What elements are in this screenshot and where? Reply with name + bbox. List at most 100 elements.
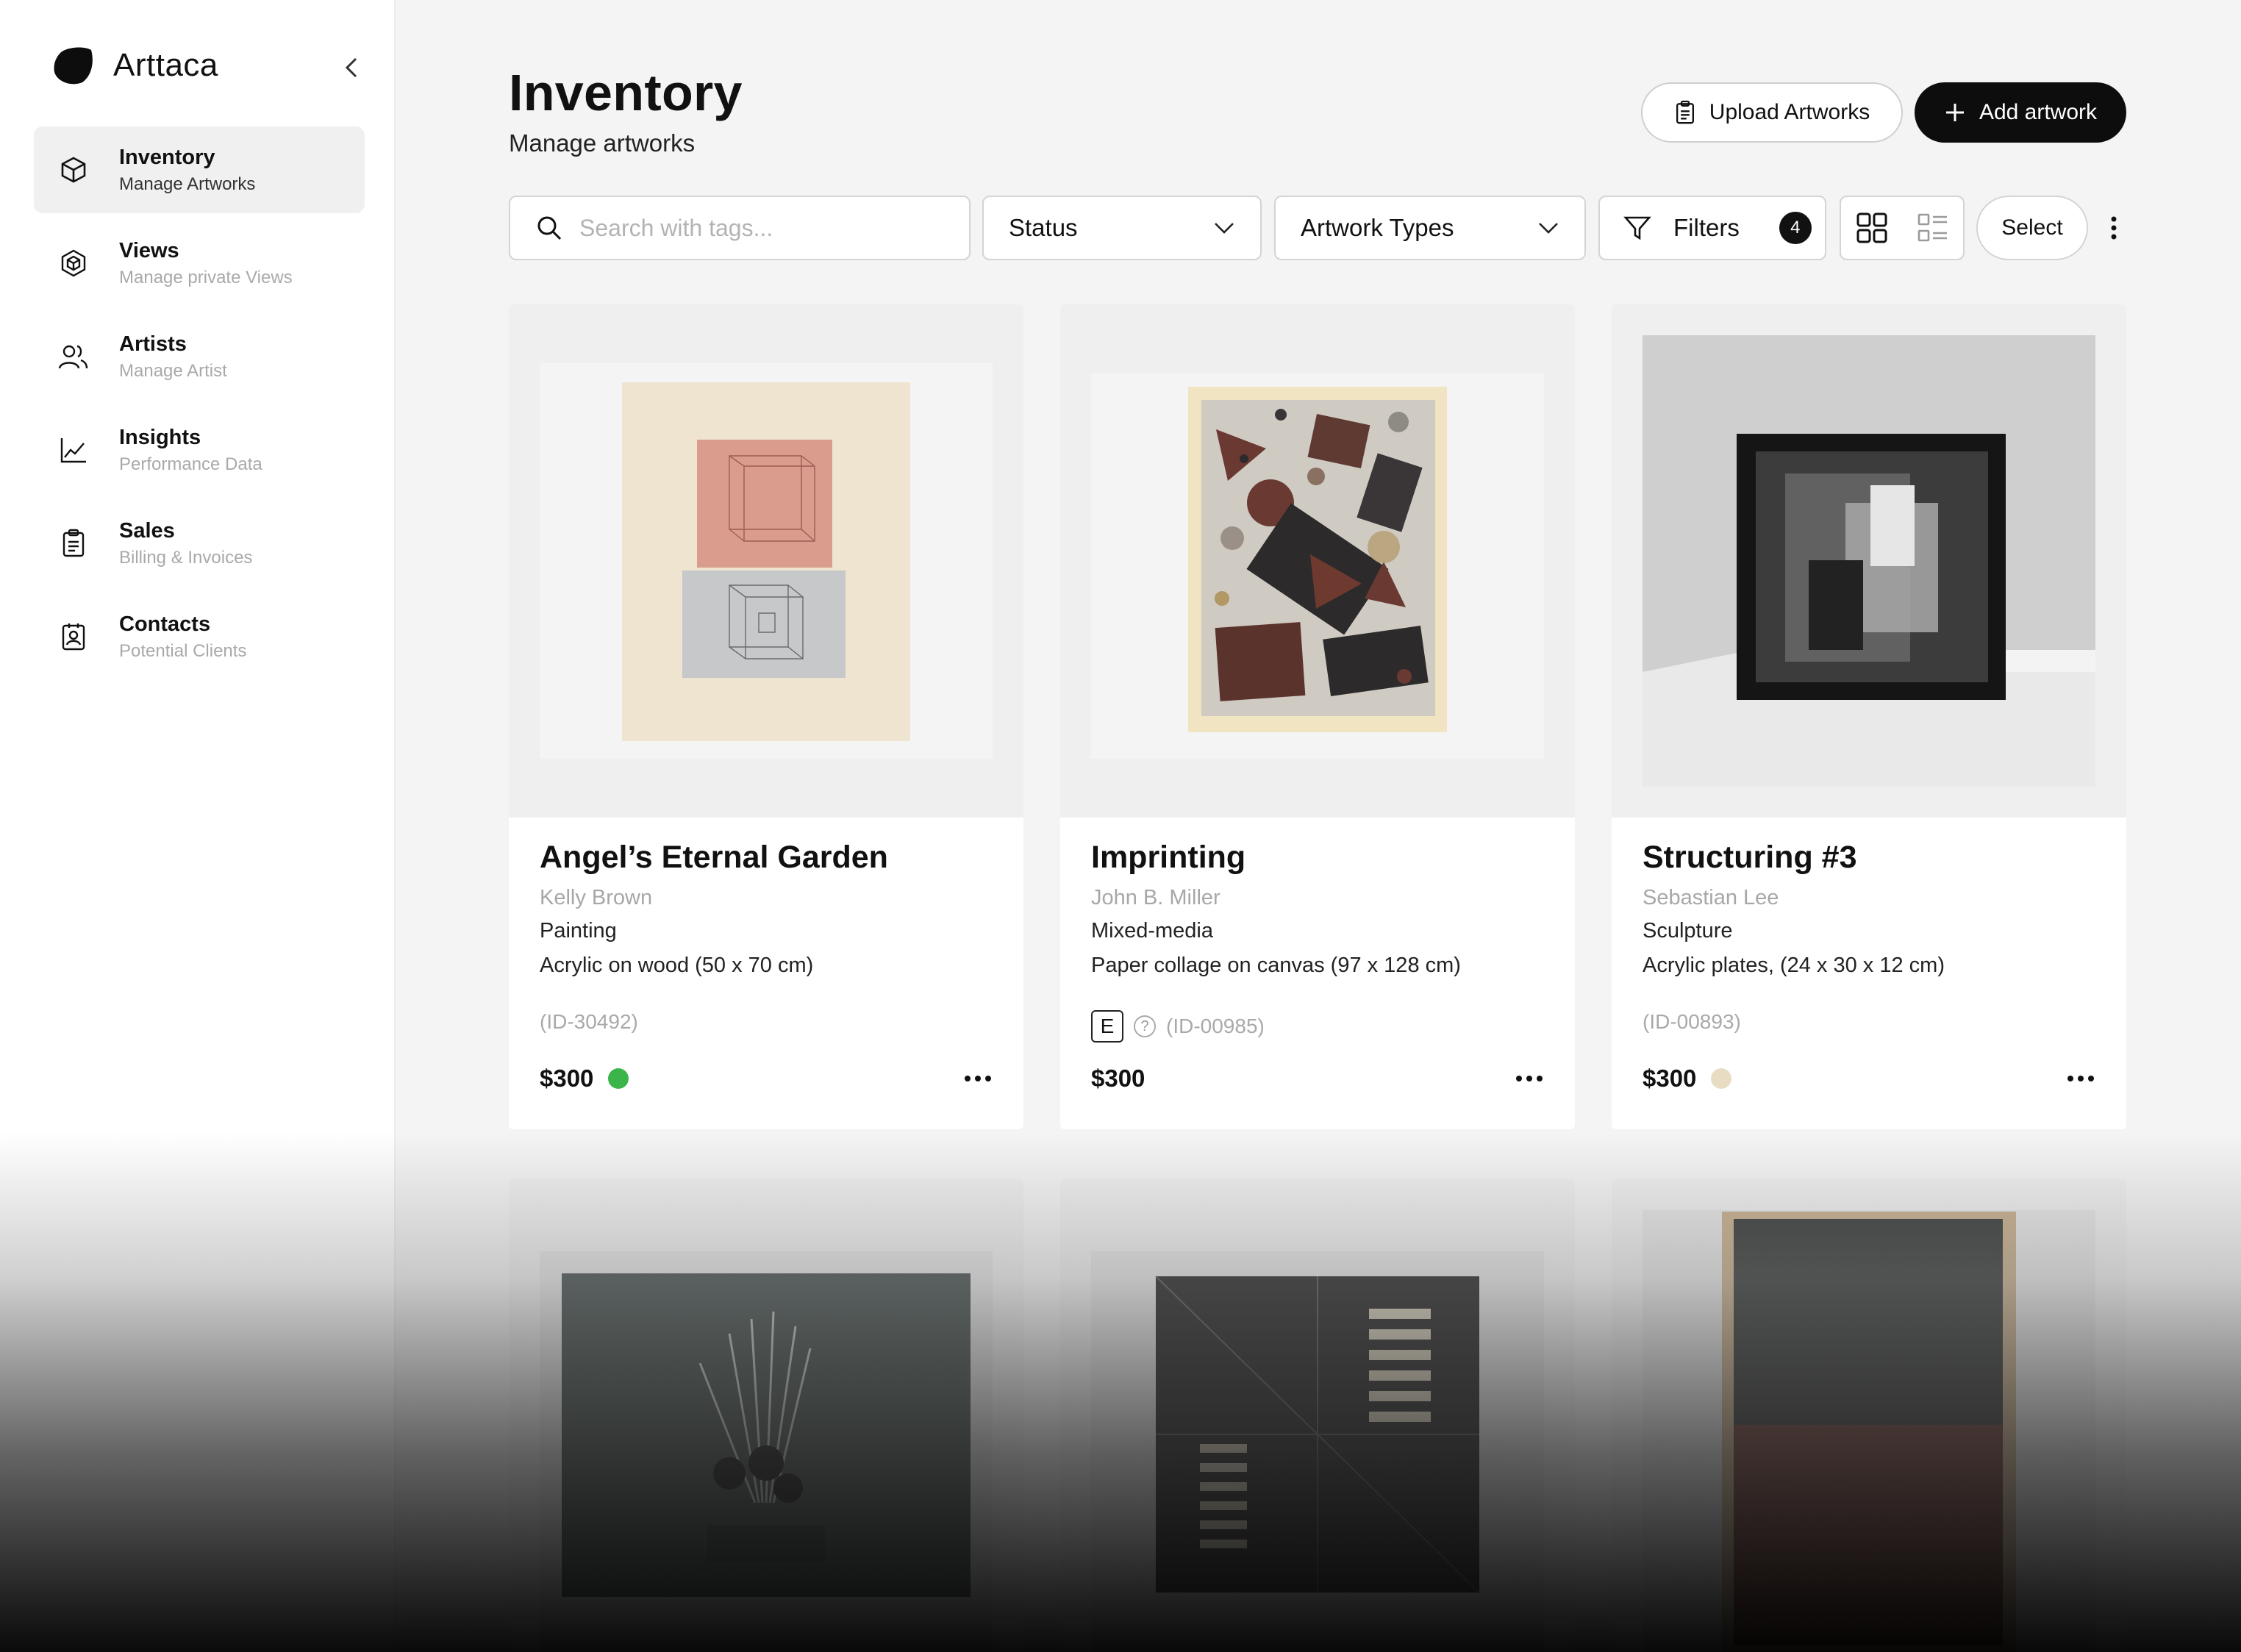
- sidebar-item-insights[interactable]: Insights Performance Data: [34, 407, 365, 493]
- sidebar-item-label: Contacts: [119, 612, 211, 636]
- more-options-icon[interactable]: [2103, 213, 2125, 243]
- clipboard-icon: [1676, 100, 1694, 124]
- artwork-type: Sculpture: [1643, 919, 1733, 943]
- search-icon: [537, 216, 562, 240]
- artwork-artist: Kelly Brown: [540, 886, 653, 909]
- artwork-card[interactable]: Structuring #3 Sebastian Lee Sculpture A…: [1612, 304, 2126, 1129]
- view-toggle: [1840, 196, 1965, 260]
- upload-artworks-button[interactable]: Upload Artworks: [1641, 82, 1903, 143]
- more-horizontal-icon[interactable]: [1515, 1068, 1544, 1090]
- artwork-card-body: Angel’s Eternal Garden Kelly Brown Paint…: [509, 818, 1023, 1129]
- nav-text: Inventory Manage Artworks: [119, 146, 255, 195]
- list-icon: [1917, 213, 1947, 242]
- sidebar-item-sublabel: Performance Data: [119, 454, 262, 474]
- artwork-image: [1612, 1179, 2126, 1652]
- sidebar-item-sublabel: Manage Artist: [119, 360, 227, 381]
- more-horizontal-icon[interactable]: [2066, 1068, 2095, 1090]
- artwork-card-body: Imprinting John B. Miller Mixed-media Pa…: [1060, 818, 1575, 1129]
- artwork-image: [509, 1179, 1023, 1652]
- page-title: Inventory: [509, 64, 743, 121]
- clipboard-icon: [57, 527, 90, 559]
- edition-badge: E: [1091, 1010, 1123, 1043]
- artwork-image: [1060, 304, 1575, 818]
- artwork-card[interactable]: [509, 1179, 1023, 1652]
- nav-text: Insights Performance Data: [119, 426, 262, 475]
- sidebar-item-label: Sales: [119, 518, 175, 543]
- artwork-image: [1612, 304, 2126, 818]
- filters-button[interactable]: Filters 4: [1598, 196, 1826, 260]
- list-view-button[interactable]: [1902, 197, 1963, 259]
- users-icon: [57, 340, 90, 373]
- sidebar-item-label: Views: [119, 238, 179, 262]
- artwork-card[interactable]: [1060, 1179, 1575, 1652]
- artwork-medium: Paper collage on canvas (97 x 128 cm): [1091, 954, 1461, 977]
- cube-icon: [57, 154, 90, 186]
- artwork-id: (ID-30492): [540, 1010, 638, 1033]
- status-dot: [1711, 1068, 1732, 1089]
- sidebar-item-sublabel: Billing & Invoices: [119, 547, 253, 568]
- add-artwork-button[interactable]: Add artwork: [1915, 82, 2126, 143]
- sidebar-item-label: Insights: [119, 425, 201, 449]
- artwork-types-dropdown[interactable]: Artwork Types: [1274, 196, 1586, 260]
- sidebar-item-views[interactable]: Views Manage private Views: [34, 220, 365, 307]
- artwork-title: Structuring #3: [1643, 840, 1857, 875]
- select-button[interactable]: Select: [1976, 196, 2088, 260]
- help-icon[interactable]: ?: [1134, 1015, 1156, 1037]
- search-field[interactable]: [509, 196, 971, 260]
- artwork-image: [1060, 1179, 1575, 1652]
- artwork-id: (ID-00893): [1643, 1010, 1741, 1033]
- chevron-down-icon: [1539, 223, 1558, 234]
- artwork-type: Painting: [540, 919, 617, 943]
- sidebar-item-contacts[interactable]: Contacts Potential Clients: [34, 593, 365, 680]
- chart-line-icon: [57, 434, 90, 466]
- nav-text: Sales Billing & Invoices: [119, 519, 252, 568]
- artwork-card[interactable]: [1612, 1179, 2126, 1652]
- chevron-left-icon: [345, 57, 357, 78]
- sidebar-item-sublabel: Manage Artworks: [119, 174, 256, 194]
- grid-icon: [1856, 212, 1887, 243]
- artwork-type: Mixed-media: [1091, 919, 1213, 943]
- artwork-medium: Acrylic plates, (24 x 30 x 12 cm): [1643, 954, 1945, 977]
- status-dropdown[interactable]: Status: [982, 196, 1262, 260]
- nav-text: Contacts Potential Clients: [119, 612, 246, 662]
- artwork-card[interactable]: Imprinting John B. Miller Mixed-media Pa…: [1060, 304, 1575, 1129]
- sidebar: Arttaca Inventory Manage Artworks Views …: [0, 0, 396, 1652]
- brand[interactable]: Arttaca: [53, 46, 218, 85]
- sidebar-item-inventory[interactable]: Inventory Manage Artworks: [34, 126, 365, 213]
- nav-text: Artists Manage Artist: [119, 332, 227, 382]
- contact-icon: [57, 621, 90, 653]
- collapse-sidebar-button[interactable]: [338, 54, 365, 81]
- artwork-id-row: E ? (ID-00985): [1091, 1010, 1265, 1043]
- artwork-card-body: Structuring #3 Sebastian Lee Sculpture A…: [1612, 818, 2126, 1129]
- artwork-price-row: $300: [1643, 1065, 1732, 1093]
- artwork-price: $300: [540, 1065, 594, 1092]
- artwork-price-row: $300: [1091, 1065, 1145, 1093]
- status-dropdown-label: Status: [1009, 214, 1078, 241]
- artwork-card[interactable]: Angel’s Eternal Garden Kelly Brown Paint…: [509, 304, 1023, 1129]
- grid-view-button[interactable]: [1841, 197, 1902, 259]
- more-horizontal-icon[interactable]: [963, 1068, 993, 1090]
- artwork-price: $300: [1091, 1065, 1145, 1092]
- filters-label: Filters: [1673, 214, 1740, 241]
- artwork-image: [509, 304, 1023, 818]
- artwork-artist: Sebastian Lee: [1643, 886, 1779, 909]
- add-artwork-label: Add artwork: [1979, 100, 2098, 124]
- main-content: Inventory Manage artworks Upload Artwork…: [397, 0, 2241, 1652]
- brand-logo-icon: [54, 47, 93, 85]
- status-dot: [608, 1068, 629, 1089]
- views-icon: [57, 247, 90, 279]
- page-subtitle: Manage artworks: [509, 129, 696, 157]
- filter-icon: [1623, 216, 1651, 240]
- artwork-price: $300: [1643, 1065, 1697, 1092]
- sidebar-item-sales[interactable]: Sales Billing & Invoices: [34, 500, 365, 587]
- artwork-price-row: $300: [540, 1065, 629, 1093]
- search-input[interactable]: [579, 214, 947, 242]
- sidebar-item-artists[interactable]: Artists Manage Artist: [34, 313, 365, 400]
- sidebar-item-label: Artists: [119, 332, 187, 356]
- nav-text: Views Manage private Views: [119, 239, 293, 288]
- upload-artworks-label: Upload Artworks: [1709, 100, 1870, 124]
- brand-name: Arttaca: [113, 47, 218, 83]
- sidebar-item-label: Inventory: [119, 145, 215, 169]
- filters-count-badge: 4: [1779, 212, 1812, 244]
- artwork-title: Angel’s Eternal Garden: [540, 840, 888, 875]
